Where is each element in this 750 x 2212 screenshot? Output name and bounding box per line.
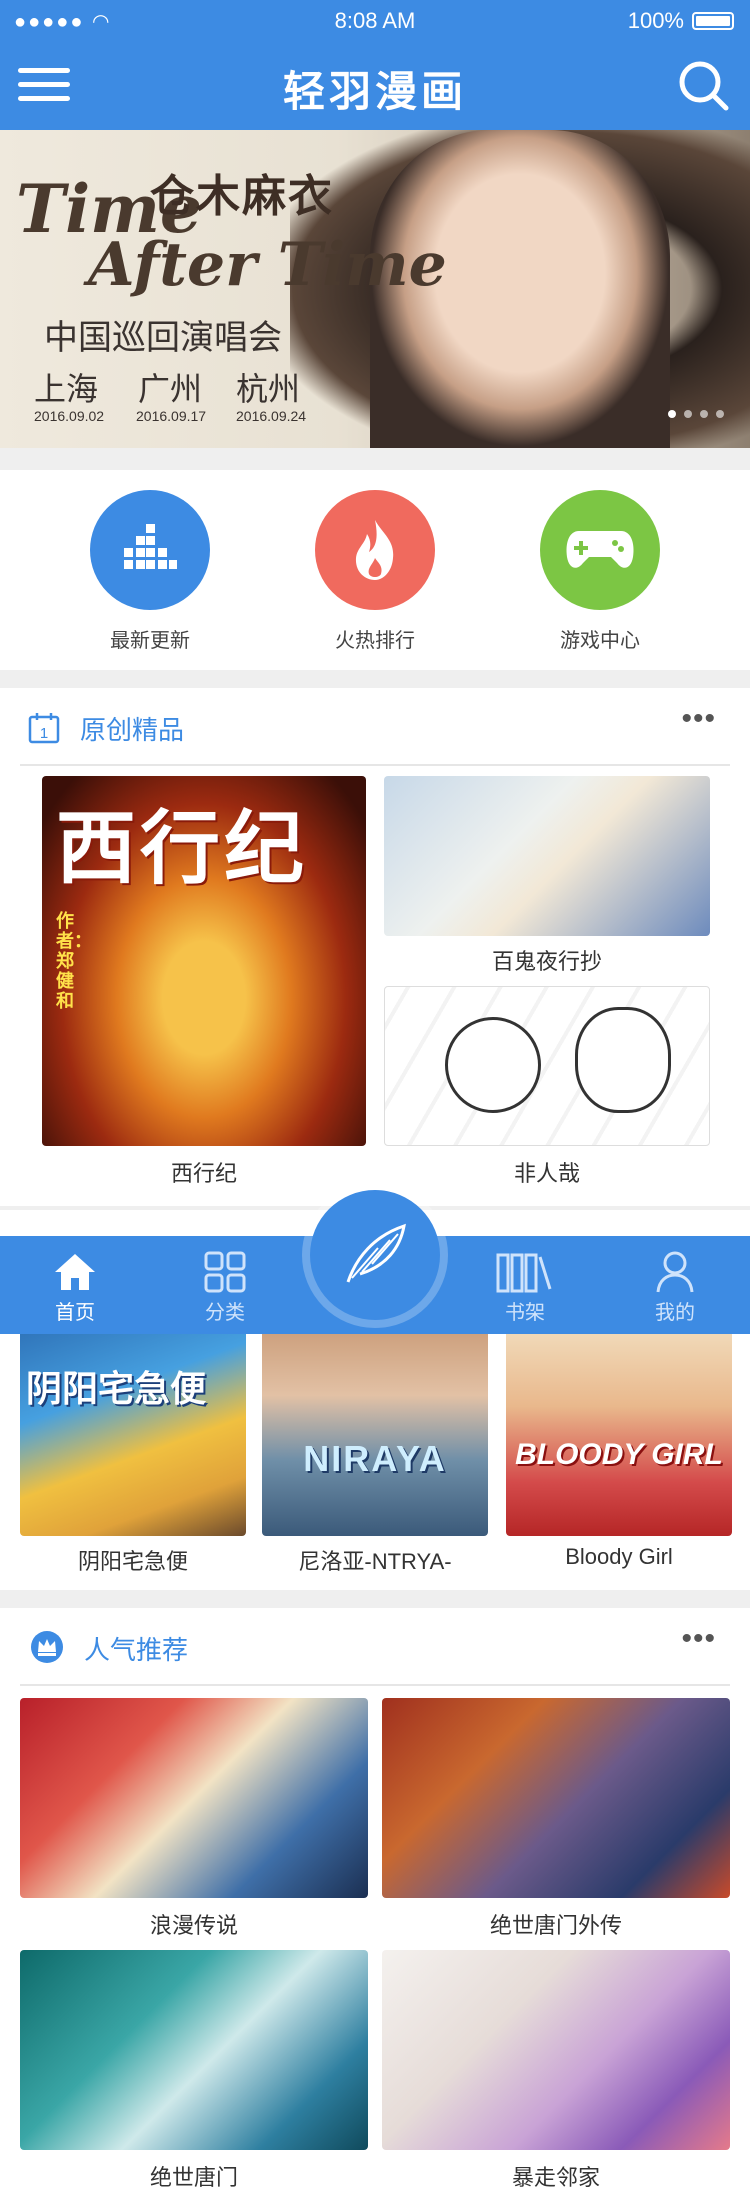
home-icon — [55, 1254, 95, 1290]
cover-title: BLOODY GIRL — [515, 1438, 723, 1471]
app-header: 轻羽漫画 — [0, 40, 750, 130]
nav-bookshelf[interactable]: 书架 — [470, 1248, 580, 1325]
more-button[interactable]: ••• — [681, 1622, 716, 1656]
pagination-dot[interactable] — [700, 410, 708, 418]
pagination-dot[interactable] — [668, 410, 676, 418]
cover-author: 作者：郑健和 — [56, 911, 92, 1011]
comic-cover-niluoya[interactable]: NIRAYA — [262, 1320, 488, 1536]
comic-title[interactable]: 百鬼夜行抄 — [384, 944, 710, 976]
comic-cover-baiguiyexingchao[interactable] — [384, 776, 710, 936]
banner-subtitle: 中国巡回演唱会 — [44, 319, 282, 357]
nav-label: 首页 — [55, 1302, 95, 1324]
section-title: 原创精品 — [80, 715, 185, 745]
bookshelf-icon — [496, 1253, 552, 1293]
feather-icon — [346, 1223, 406, 1283]
more-button[interactable]: ••• — [681, 702, 716, 736]
crown-icon — [31, 1631, 63, 1663]
banner-title-line2: After Time — [88, 230, 447, 300]
banner-city: 杭州 — [236, 371, 301, 407]
category-row: 最新更新 火热排行 游戏中心 — [0, 470, 750, 670]
flame-icon — [315, 490, 435, 610]
nav-label: 我的 — [655, 1302, 695, 1324]
cover-title: NIRAYA — [303, 1438, 447, 1479]
comic-title[interactable]: 尼洛亚-NTRYA- — [262, 1544, 488, 1576]
category-latest[interactable]: 最新更新 — [70, 490, 230, 653]
cover-character — [445, 1017, 541, 1113]
nav-label: 分类 — [205, 1302, 245, 1324]
nav-category[interactable]: 分类 — [170, 1248, 280, 1325]
cover-character — [575, 1007, 671, 1113]
comic-cover-yinyangzhaijibian[interactable]: 阴阳宅急便 — [20, 1320, 246, 1536]
comic-title[interactable]: 非人哉 — [384, 1156, 710, 1188]
banner-city: 上海 — [34, 371, 99, 407]
battery-percent: 100% — [627, 8, 684, 33]
calendar-icon: 1 — [28, 713, 60, 744]
category-games[interactable]: 游戏中心 — [520, 490, 680, 653]
category-hot[interactable]: 火热排行 — [295, 490, 455, 653]
status-bar: ●●●●● ◠ 8:08 AM 100% — [0, 0, 750, 40]
section-header: 人气推荐 ••• — [0, 1608, 750, 1686]
search-icon — [679, 61, 729, 111]
banner-date: 2016.09.24 — [236, 408, 307, 424]
comic-cover-baozoulinjia[interactable] — [382, 1950, 730, 2150]
pagination-dot[interactable] — [684, 410, 692, 418]
cover-title: 阴阳宅急便 — [26, 1368, 207, 1409]
comic-cover-langmanchuanshuo[interactable] — [20, 1698, 368, 1898]
gamepad-icon — [540, 490, 660, 610]
comic-title[interactable]: 绝世唐门 — [20, 2160, 368, 2192]
user-icon — [656, 1251, 694, 1293]
comic-cover-jueshitangmenwaizhuan[interactable] — [382, 1698, 730, 1898]
banner-pagination[interactable] — [668, 410, 724, 418]
pagination-dot[interactable] — [716, 410, 724, 418]
comic-title[interactable]: 阴阳宅急便 — [20, 1544, 246, 1576]
comic-cover-bloodygirl[interactable]: BLOODY GIRL — [506, 1320, 732, 1536]
category-label: 最新更新 — [110, 630, 190, 652]
comic-cover-xixingji[interactable]: 西行纪 作者：郑健和 — [42, 776, 366, 1146]
banner-date: 2016.09.17 — [136, 408, 207, 424]
divider — [20, 764, 730, 766]
divider — [20, 1684, 730, 1686]
banner-city: 广州 — [138, 371, 203, 407]
app-title: 轻羽漫画 — [282, 68, 467, 115]
comic-title[interactable]: 西行纪 — [42, 1156, 366, 1188]
comic-title[interactable]: 暴走邻家 — [382, 2160, 730, 2192]
banner-date: 2016.09.02 — [34, 408, 105, 424]
section-title: 人气推荐 — [84, 1635, 189, 1665]
cover-title: 西行纪 — [56, 801, 308, 895]
original-section: 1 原创精品 ••• 西行纪 作者：郑健和 西行纪 百鬼夜行抄 非人哉 — [0, 688, 750, 1206]
banner-artist: 仓木麻衣 — [150, 172, 334, 221]
section-header: 1 原创精品 ••• — [0, 688, 750, 766]
popular-section: 人气推荐 ••• 浪漫传说 绝世唐门外传 绝世唐门 暴走邻家 — [0, 1608, 750, 2212]
comic-cover-feirenzai[interactable] — [384, 986, 710, 1146]
nav-home[interactable]: 首页 — [20, 1248, 130, 1325]
category-label: 火热排行 — [335, 630, 415, 652]
comic-title[interactable]: Bloody Girl — [506, 1544, 732, 1570]
promo-banner[interactable]: Time After Time 仓木麻衣 中国巡回演唱会 上海 2016.09.… — [0, 130, 750, 448]
search-button[interactable] — [676, 58, 732, 114]
comic-cover-jueshitangmen[interactable] — [20, 1950, 368, 2150]
comic-title[interactable]: 浪漫传说 — [20, 1908, 368, 1940]
nav-profile[interactable]: 我的 — [620, 1248, 730, 1325]
comic-title[interactable]: 绝世唐门外传 — [382, 1908, 730, 1940]
battery-icon — [692, 12, 734, 30]
svg-text:1: 1 — [40, 725, 48, 742]
nav-label: 书架 — [505, 1302, 545, 1324]
category-label: 游戏中心 — [560, 630, 640, 652]
bar-blocks-icon — [90, 490, 210, 610]
center-action-button[interactable] — [310, 1190, 440, 1320]
grid-icon — [204, 1251, 246, 1293]
battery-indicator: 100% — [628, 8, 734, 34]
